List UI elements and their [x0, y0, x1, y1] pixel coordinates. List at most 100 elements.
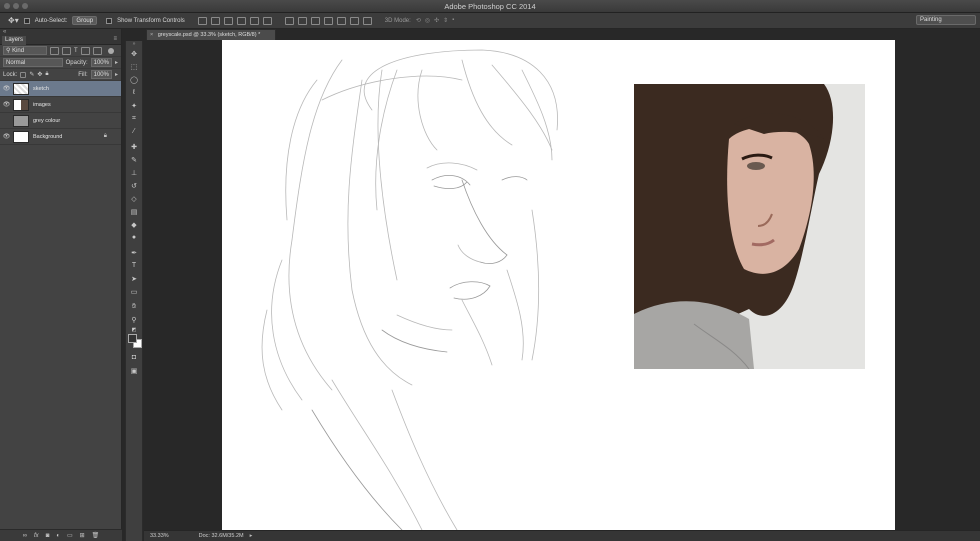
collapse-panel-icon[interactable]: « [3, 29, 6, 35]
layer-row-images[interactable]: 👁︎ images [0, 97, 121, 113]
new-group-icon[interactable]: ▭ [67, 532, 73, 539]
layers-panel-footer: ∞ fx ◙ ◐ ▭ ⊞ 🗑︎ [0, 529, 122, 541]
pen-tool-icon[interactable]: ✒ [126, 246, 142, 259]
move-tool-preset-icon[interactable]: ✥▾ [8, 16, 19, 25]
delete-layer-icon[interactable]: 🗑︎ [92, 532, 100, 539]
clone-stamp-icon[interactable]: ⊥ [126, 166, 142, 179]
layer-mask-icon[interactable]: ◙ [46, 533, 50, 539]
title-bar: Adobe Photoshop CC 2014 [0, 0, 980, 13]
align-right-icon[interactable] [262, 16, 272, 25]
lock-image-icon[interactable]: ✎ [29, 71, 34, 78]
lock-position-icon[interactable]: ✥ [37, 71, 42, 78]
dodge-tool-icon[interactable]: ● [126, 231, 142, 244]
filter-smart-object-icon[interactable] [92, 46, 102, 55]
layer-name: sketch [33, 85, 49, 92]
filter-adjustment-icon[interactable] [62, 46, 71, 55]
document-canvas[interactable] [222, 40, 895, 530]
panel-menu-icon[interactable]: ≡ [113, 36, 117, 42]
filter-type-icon[interactable]: T [74, 48, 78, 54]
distribute-top-icon[interactable] [284, 16, 294, 25]
filter-pixel-icon[interactable] [50, 46, 59, 55]
auto-select-checkbox[interactable] [23, 17, 30, 24]
fill-slider-icon[interactable]: ▸ [115, 71, 118, 78]
workspace-select[interactable]: Painting [916, 15, 976, 25]
align-buttons [197, 16, 272, 25]
3d-pan-icon[interactable]: ✣ [434, 17, 439, 24]
document-tab-title: greyscale.psd @ 33.3% (sketch, RGB/8) * [157, 32, 261, 38]
auto-align-icon[interactable] [362, 16, 372, 25]
status-bar: 33.33% Doc: 32.6M/35.2M ▸ [144, 530, 980, 541]
layer-row-grey-colour[interactable]: grey colour [0, 113, 121, 129]
visibility-eye-icon[interactable]: 👁︎ [0, 133, 13, 140]
align-left-icon[interactable] [236, 16, 246, 25]
magic-wand-icon[interactable]: ✦ [126, 99, 142, 112]
auto-select-dropdown[interactable]: Group [72, 16, 98, 25]
opacity-slider-icon[interactable]: ▸ [115, 59, 118, 66]
lock-transparent-icon[interactable] [20, 71, 27, 78]
foreground-color-swatch[interactable] [128, 334, 137, 343]
new-layer-icon[interactable]: ⊞ [80, 532, 85, 539]
link-layers-icon[interactable]: ∞ [23, 533, 27, 539]
blend-mode-dropdown[interactable]: Normal [3, 58, 63, 67]
rectangular-marquee-icon[interactable]: ⬚ [126, 60, 142, 73]
move-tool-icon[interactable]: ✥ [126, 47, 142, 60]
screen-mode-icon[interactable]: ▣ [126, 364, 142, 377]
history-brush-icon[interactable]: ↺ [126, 179, 142, 192]
3d-slide-icon[interactable]: ⇕ [443, 17, 448, 24]
align-center-icon[interactable] [249, 16, 259, 25]
visibility-toggle-empty[interactable] [0, 118, 13, 124]
align-middle-icon[interactable] [210, 16, 220, 25]
lasso-tool-icon[interactable]: ℓ [126, 86, 142, 99]
3d-rotate-icon[interactable]: ⟲ [416, 17, 421, 24]
color-swatches[interactable] [126, 333, 142, 351]
status-menu-icon[interactable]: ▸ [250, 533, 253, 539]
close-tab-icon[interactable]: × [150, 32, 153, 38]
eraser-tool-icon[interactable]: ◇ [126, 192, 142, 205]
visibility-eye-icon[interactable]: 👁︎ [0, 85, 13, 92]
fill-field[interactable]: 100% [90, 70, 112, 79]
blur-tool-icon[interactable]: ◆ [126, 218, 142, 231]
filter-kind-dropdown[interactable]: ⚲ Kind [3, 46, 47, 55]
show-transform-label: Show Transform Controls [117, 17, 185, 24]
brush-tool-icon[interactable]: ✎ [126, 153, 142, 166]
zoom-tool-icon[interactable]: ⚲ [126, 313, 142, 326]
distribute-right-icon[interactable] [349, 16, 359, 25]
lock-all-icon[interactable]: 🔒︎ [45, 71, 48, 78]
layer-row-background[interactable]: 👁︎ Background 🔒︎ [0, 129, 121, 145]
opacity-field[interactable]: 100% [90, 58, 112, 67]
layer-row-sketch[interactable]: 👁︎ sketch [0, 81, 121, 97]
type-tool-icon[interactable]: T [126, 259, 142, 272]
gradient-tool-icon[interactable]: ▤ [126, 205, 142, 218]
distribute-center-icon[interactable] [336, 16, 346, 25]
lock-row: Lock: ✎ ✥ 🔒︎ Fill: 100% ▸ [0, 69, 121, 81]
zoom-level[interactable]: 33.33% [150, 533, 169, 539]
filter-toggle-icon[interactable] [107, 47, 114, 54]
healing-brush-icon[interactable]: ✚ [126, 140, 142, 153]
quick-mask-icon[interactable]: ◘ [126, 351, 142, 364]
show-transform-checkbox[interactable] [106, 17, 113, 24]
auto-select-label: Auto-Select: [34, 17, 68, 24]
distribute-bottom-icon[interactable] [310, 16, 320, 25]
visibility-eye-icon[interactable]: 👁︎ [0, 101, 13, 108]
path-selection-icon[interactable]: ➤ [126, 272, 142, 285]
align-top-icon[interactable] [197, 16, 207, 25]
canvas-area[interactable] [144, 40, 980, 530]
3d-scale-icon[interactable]: ▪ [452, 17, 454, 24]
align-bottom-icon[interactable] [223, 16, 233, 25]
default-colors-icon[interactable]: ◩ [126, 326, 142, 333]
distribute-left-icon[interactable] [323, 16, 333, 25]
eyedropper-icon[interactable]: ⁄ [126, 125, 142, 138]
adjustment-layer-icon[interactable]: ◐ [56, 533, 60, 539]
hand-tool-icon[interactable]: ✋︎ [126, 300, 142, 313]
3d-roll-icon[interactable]: ◎ [425, 17, 430, 24]
layer-thumbnail [13, 98, 29, 111]
filter-shape-icon[interactable] [80, 46, 90, 55]
elliptical-marquee-icon[interactable]: ◯ [126, 73, 142, 86]
rectangle-tool-icon[interactable]: ▭ [126, 285, 142, 298]
crop-tool-icon[interactable]: ⌗ [126, 112, 142, 125]
document-tab[interactable]: × greyscale.psd @ 33.3% (sketch, RGB/8) … [146, 29, 276, 40]
reference-portrait [634, 84, 865, 369]
tab-layers[interactable]: Layers [2, 36, 27, 45]
layer-style-icon[interactable]: fx [34, 533, 39, 539]
distribute-middle-icon[interactable] [297, 16, 307, 25]
